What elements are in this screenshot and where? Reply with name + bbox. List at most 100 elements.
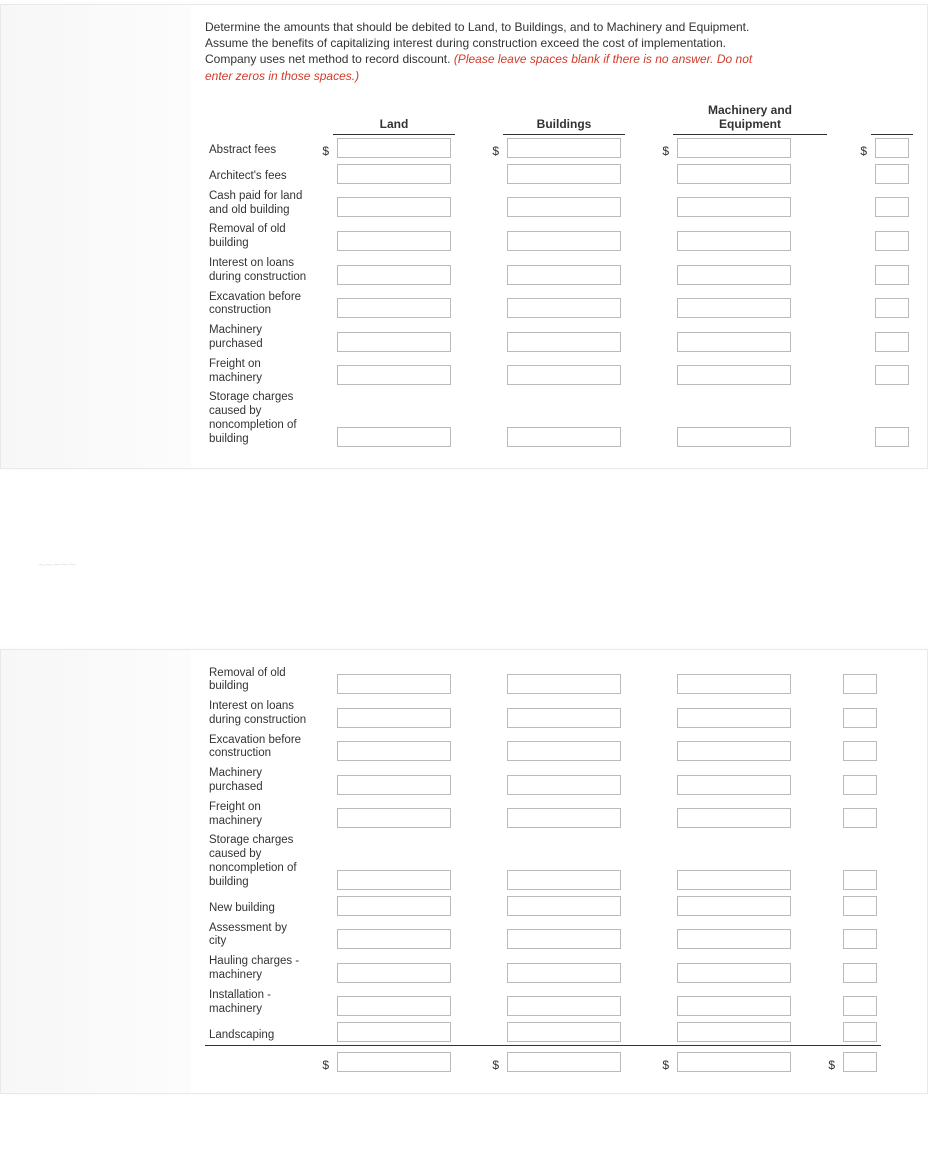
land-input[interactable] bbox=[337, 138, 451, 158]
other-input[interactable] bbox=[875, 332, 909, 352]
other-input[interactable] bbox=[875, 427, 909, 447]
land-input[interactable] bbox=[337, 332, 451, 352]
land-input[interactable] bbox=[337, 197, 451, 217]
dollar-sign bbox=[481, 986, 503, 1020]
land-input[interactable] bbox=[337, 231, 451, 251]
mande-input[interactable] bbox=[677, 741, 791, 761]
dollar-sign bbox=[311, 388, 333, 449]
mande-input[interactable] bbox=[677, 1022, 791, 1042]
land-input[interactable] bbox=[337, 870, 451, 890]
buildings-input[interactable] bbox=[507, 231, 621, 251]
dollar-sign bbox=[817, 697, 839, 731]
mande-input[interactable] bbox=[677, 427, 791, 447]
mande-input[interactable] bbox=[677, 332, 791, 352]
mande-input[interactable] bbox=[677, 929, 791, 949]
buildings-input[interactable] bbox=[507, 365, 621, 385]
mande-input[interactable] bbox=[677, 365, 791, 385]
land-input[interactable] bbox=[337, 427, 451, 447]
row-label: Machinery purchased bbox=[205, 764, 311, 798]
other-input[interactable] bbox=[843, 963, 877, 983]
row-label: Excavation before construction bbox=[205, 288, 311, 322]
land-input[interactable] bbox=[337, 741, 451, 761]
buildings-input[interactable] bbox=[507, 775, 621, 795]
col-head-buildings: Buildings bbox=[503, 100, 625, 135]
buildings-input[interactable] bbox=[507, 265, 621, 285]
mande-input[interactable] bbox=[677, 231, 791, 251]
total-buildings-input[interactable] bbox=[507, 1052, 621, 1072]
dollar-sign bbox=[481, 798, 503, 832]
mande-input[interactable] bbox=[677, 708, 791, 728]
buildings-input[interactable] bbox=[507, 197, 621, 217]
mande-input[interactable] bbox=[677, 870, 791, 890]
buildings-input[interactable] bbox=[507, 138, 621, 158]
row-label: Assessment by city bbox=[205, 919, 311, 953]
other-input[interactable] bbox=[843, 870, 877, 890]
buildings-input[interactable] bbox=[507, 298, 621, 318]
land-input[interactable] bbox=[337, 808, 451, 828]
other-input[interactable] bbox=[875, 265, 909, 285]
mande-input[interactable] bbox=[677, 298, 791, 318]
other-input[interactable] bbox=[843, 708, 877, 728]
buildings-input[interactable] bbox=[507, 896, 621, 916]
other-input[interactable] bbox=[875, 138, 909, 158]
buildings-input[interactable] bbox=[507, 164, 621, 184]
land-input[interactable] bbox=[337, 929, 451, 949]
other-input[interactable] bbox=[875, 164, 909, 184]
col-head-mande: Machinery and Equipment bbox=[673, 100, 827, 135]
totals-row: $ $ $ $ bbox=[205, 1046, 881, 1076]
land-input[interactable] bbox=[337, 365, 451, 385]
dollar-sign: $ bbox=[311, 134, 333, 161]
land-input[interactable] bbox=[337, 164, 451, 184]
land-input[interactable] bbox=[337, 896, 451, 916]
land-input[interactable] bbox=[337, 996, 451, 1016]
buildings-input[interactable] bbox=[507, 963, 621, 983]
land-input[interactable] bbox=[337, 708, 451, 728]
buildings-input[interactable] bbox=[507, 929, 621, 949]
dollar-sign bbox=[311, 893, 333, 919]
buildings-input[interactable] bbox=[507, 332, 621, 352]
mande-input[interactable] bbox=[677, 164, 791, 184]
other-input[interactable] bbox=[875, 298, 909, 318]
total-land-input[interactable] bbox=[337, 1052, 451, 1072]
mande-input[interactable] bbox=[677, 996, 791, 1016]
land-input[interactable] bbox=[337, 298, 451, 318]
mande-input[interactable] bbox=[677, 197, 791, 217]
buildings-input[interactable] bbox=[507, 808, 621, 828]
other-input[interactable] bbox=[843, 996, 877, 1016]
other-input[interactable] bbox=[875, 197, 909, 217]
buildings-input[interactable] bbox=[507, 674, 621, 694]
land-input[interactable] bbox=[337, 265, 451, 285]
mande-input[interactable] bbox=[677, 896, 791, 916]
total-other-input[interactable] bbox=[843, 1052, 877, 1072]
buildings-input[interactable] bbox=[507, 1022, 621, 1042]
other-input[interactable] bbox=[843, 1022, 877, 1042]
dollar-sign: $ bbox=[481, 134, 503, 161]
mande-input[interactable] bbox=[677, 265, 791, 285]
mande-input[interactable] bbox=[677, 775, 791, 795]
dollar-sign bbox=[481, 831, 503, 892]
mande-input[interactable] bbox=[677, 138, 791, 158]
buildings-input[interactable] bbox=[507, 870, 621, 890]
land-input[interactable] bbox=[337, 963, 451, 983]
land-input[interactable] bbox=[337, 775, 451, 795]
other-input[interactable] bbox=[843, 929, 877, 949]
other-input[interactable] bbox=[843, 741, 877, 761]
other-input[interactable] bbox=[843, 775, 877, 795]
other-input[interactable] bbox=[843, 896, 877, 916]
mande-input[interactable] bbox=[677, 963, 791, 983]
buildings-input[interactable] bbox=[507, 708, 621, 728]
buildings-input[interactable] bbox=[507, 996, 621, 1016]
other-input[interactable] bbox=[875, 231, 909, 251]
mande-input[interactable] bbox=[677, 674, 791, 694]
other-input[interactable] bbox=[875, 365, 909, 385]
mande-input[interactable] bbox=[677, 808, 791, 828]
buildings-input[interactable] bbox=[507, 741, 621, 761]
land-input[interactable] bbox=[337, 1022, 451, 1042]
land-input[interactable] bbox=[337, 674, 451, 694]
total-mande-input[interactable] bbox=[677, 1052, 791, 1072]
dollar-sign bbox=[817, 764, 839, 798]
dollar-sign bbox=[481, 1019, 503, 1046]
buildings-input[interactable] bbox=[507, 427, 621, 447]
other-input[interactable] bbox=[843, 808, 877, 828]
other-input[interactable] bbox=[843, 674, 877, 694]
